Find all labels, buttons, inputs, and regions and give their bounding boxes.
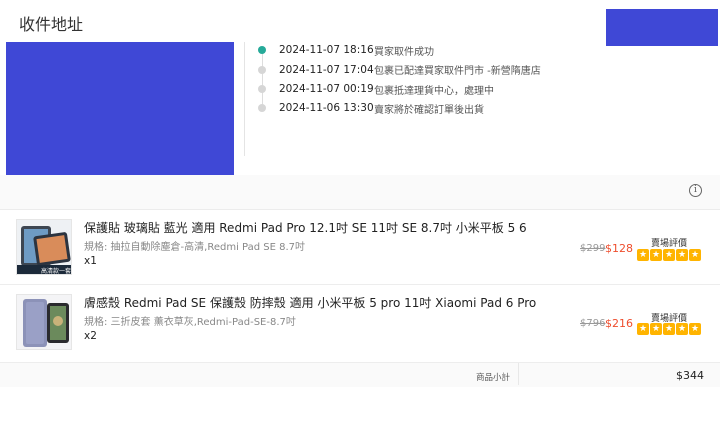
star-icon: ★ bbox=[676, 323, 688, 335]
star-icon: ★ bbox=[650, 249, 662, 261]
tracking-desc: 包裹抵達理貨中心，處理中 bbox=[374, 86, 494, 97]
subtotal-value: $344 bbox=[676, 369, 704, 382]
timeline-dot bbox=[258, 66, 266, 74]
tablet-case-image bbox=[17, 295, 71, 349]
product-variant: 規格: 抽拉自動除塵倉-高清,Redmi Pad SE 8.7吋 bbox=[84, 242, 306, 253]
star-icon: ★ bbox=[676, 249, 688, 261]
summary-separator bbox=[518, 363, 519, 385]
star-icon: ★ bbox=[650, 323, 662, 335]
timeline-dot-active bbox=[258, 46, 266, 54]
subtotal-label: 商品小計 bbox=[476, 373, 511, 383]
original-price: $299 bbox=[580, 243, 606, 254]
info-icon[interactable]: i bbox=[689, 184, 702, 197]
redacted-block-top bbox=[606, 9, 718, 46]
star-icon: ★ bbox=[663, 323, 675, 335]
page-title: 收件地址 bbox=[19, 15, 84, 34]
timeline-dot bbox=[258, 104, 266, 112]
rating-label: 賣場評價 bbox=[651, 239, 688, 249]
product-name[interactable]: 保護貼 玻璃貼 藍光 適用 Redmi Pad Pro 12.1吋 SE 11吋… bbox=[84, 219, 527, 236]
tracking-time: 2024-11-07 00:19 bbox=[279, 83, 374, 95]
section-divider bbox=[244, 42, 245, 156]
summary-row bbox=[0, 362, 720, 387]
rating-stars[interactable]: ★ ★ ★ ★ ★ bbox=[637, 249, 701, 261]
tracking-time: 2024-11-07 17:04 bbox=[279, 64, 374, 76]
tracking-desc: 包裹已配達買家取件門市 -新營隋唐店 bbox=[374, 66, 541, 77]
product-thumbnail[interactable]: 高清款一套裝 bbox=[16, 219, 72, 275]
product-quantity: x1 bbox=[84, 255, 97, 267]
product-variant: 規格: 三折皮套 薰衣草灰,Redmi-Pad-SE-8.7吋 bbox=[84, 317, 296, 328]
star-icon: ★ bbox=[637, 323, 649, 335]
star-icon: ★ bbox=[689, 249, 701, 261]
tracking-desc: 買家取件成功 bbox=[374, 47, 434, 58]
row-divider bbox=[0, 284, 720, 285]
timeline-dot bbox=[258, 85, 266, 93]
product-thumbnail[interactable] bbox=[16, 294, 72, 350]
sale-price: $216 bbox=[605, 317, 633, 330]
thumb-caption: 高清款一套裝 bbox=[41, 268, 72, 275]
sale-price: $128 bbox=[605, 242, 633, 255]
original-price: $796 bbox=[580, 318, 606, 329]
star-icon: ★ bbox=[663, 249, 675, 261]
tracking-time: 2024-11-07 18:16 bbox=[279, 44, 374, 56]
timeline-line bbox=[262, 52, 263, 108]
tracking-desc: 賣家將於確認訂單後出貨 bbox=[374, 105, 484, 116]
tracking-time: 2024-11-06 13:30 bbox=[279, 102, 374, 114]
star-icon: ★ bbox=[637, 249, 649, 261]
rating-stars[interactable]: ★ ★ ★ ★ ★ bbox=[637, 323, 701, 335]
shop-header-bar bbox=[0, 175, 720, 210]
star-icon: ★ bbox=[689, 323, 701, 335]
product-name[interactable]: 膚感殼 Redmi Pad SE 保護殼 防摔殼 適用 小米平板 5 pro 1… bbox=[84, 294, 536, 311]
product-quantity: x2 bbox=[84, 330, 97, 342]
